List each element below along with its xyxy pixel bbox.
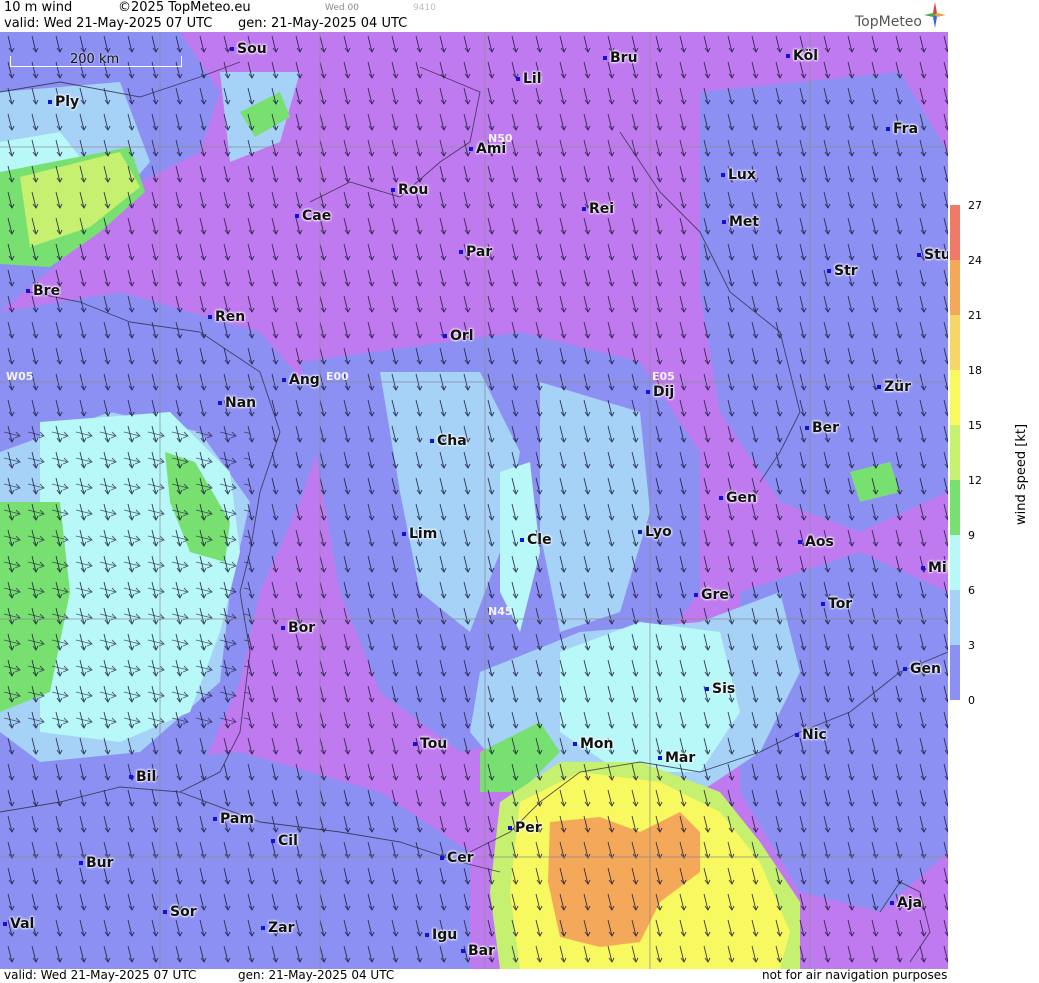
city-label: Gen	[903, 661, 941, 677]
city-label: Stu	[917, 247, 948, 263]
city-label: Zar	[261, 920, 295, 936]
city-label: Nan	[218, 395, 256, 411]
city-label: Sor	[163, 904, 197, 920]
city-label: Bar	[461, 943, 495, 959]
city-label: Met	[722, 214, 759, 230]
colorbar-band	[950, 205, 960, 260]
compass-icon	[924, 2, 946, 28]
tick-label: 3	[968, 639, 975, 652]
colorbar-band	[950, 370, 960, 425]
city-label: Bil	[129, 769, 156, 785]
colorbar-band	[950, 315, 960, 370]
city-label: Sou	[230, 41, 267, 57]
header-bar: 10 m wind ©2025 TopMeteo.eu Wed 00 9410 …	[0, 0, 948, 32]
city-label: Gre	[694, 587, 729, 603]
city-label: Lyo	[638, 524, 672, 540]
city-label: Lil	[516, 71, 542, 87]
city-label: Pam	[213, 811, 254, 827]
city-label: Str	[827, 263, 858, 279]
city-label: Gen	[719, 490, 757, 506]
tick-label: 18	[968, 364, 982, 377]
tick-label: 12	[968, 474, 982, 487]
city-label: Zür	[877, 379, 911, 395]
city-label: Ply	[48, 94, 79, 110]
city-label: Bor	[281, 620, 315, 636]
tick-label: 15	[968, 419, 982, 432]
colorbar-band	[950, 425, 960, 480]
wind-field	[0, 32, 948, 969]
product-title: 10 m wind	[4, 0, 73, 15]
city-label: Tor	[821, 596, 852, 612]
city-label: Tou	[413, 736, 447, 752]
city-label: Mil	[921, 560, 948, 576]
footer-bar: valid: Wed 21-May-2025 07 UTC gen: 21-Ma…	[0, 968, 948, 983]
grid-label: W05	[6, 370, 34, 383]
colorbar-band	[950, 480, 960, 535]
city-label: Val	[3, 916, 34, 932]
city-label: Bre	[26, 283, 60, 299]
city-label: Rei	[582, 201, 614, 217]
valid-time: valid: Wed 21-May-2025 07 UTC	[4, 16, 213, 31]
gen-time: gen: 21-May-2025 04 UTC	[238, 16, 408, 31]
city-label: Fra	[886, 121, 918, 137]
city-label: Sis	[705, 681, 735, 697]
city-label: Lux	[721, 167, 756, 183]
colorbar-band	[950, 535, 960, 590]
wind-map[interactable]: 200 km N50 N45 W05 E00 E05 Sou Bru Köl P…	[0, 32, 948, 969]
city-label: Bru	[603, 50, 638, 66]
colorbar-band	[950, 645, 960, 700]
city-label: Ami	[469, 141, 506, 157]
topmeteo-logo: TopMeteo	[855, 14, 922, 30]
city-label: Cer	[440, 850, 474, 866]
footer-gen: gen: 21-May-2025 04 UTC	[238, 968, 395, 982]
city-label: Dij	[646, 384, 674, 400]
city-label: Cae	[295, 208, 331, 224]
scale-label: 200 km	[70, 52, 120, 67]
colorbar-title: wind speed [kt]	[1014, 423, 1029, 525]
grid-label: N45	[488, 605, 513, 618]
colorbar-band	[950, 590, 960, 645]
city-label: Ang	[282, 372, 320, 388]
city-label: Köl	[786, 48, 818, 64]
city-label: Aja	[890, 895, 922, 911]
city-label: Mon	[573, 736, 614, 752]
city-label: Cle	[520, 532, 552, 548]
copyright: ©2025 TopMeteo.eu	[118, 0, 251, 15]
tick-label: 27	[968, 199, 982, 212]
city-label: Par	[459, 244, 492, 260]
city-label: Igu	[425, 927, 457, 943]
grid-label: E00	[326, 370, 349, 383]
tick-label: 6	[968, 584, 975, 597]
grid-label: E05	[652, 370, 675, 383]
city-label: Mar	[658, 750, 695, 766]
city-label: Cil	[271, 833, 298, 849]
city-label: Orl	[443, 328, 474, 344]
wind-speed-colorbar	[950, 205, 960, 700]
small-code: 9410	[413, 3, 436, 13]
city-label: Ber	[805, 420, 839, 436]
city-label: Lim	[402, 526, 437, 542]
tick-label: 9	[968, 529, 975, 542]
city-label: Bur	[79, 855, 114, 871]
city-label: Ren	[208, 309, 245, 325]
disclaimer: not for air navigation purposes	[762, 968, 948, 982]
tick-label: 24	[968, 254, 982, 267]
city-label: Aos	[798, 534, 834, 550]
small-label: Wed 00	[325, 3, 359, 13]
city-label: Per	[508, 820, 542, 836]
city-label: Rou	[391, 182, 428, 198]
city-label: Nic	[795, 727, 827, 743]
tick-label: 0	[968, 694, 975, 707]
tick-label: 21	[968, 309, 982, 322]
footer-valid: valid: Wed 21-May-2025 07 UTC	[4, 968, 197, 982]
colorbar-band	[950, 260, 960, 315]
city-label: Cha	[430, 433, 467, 449]
